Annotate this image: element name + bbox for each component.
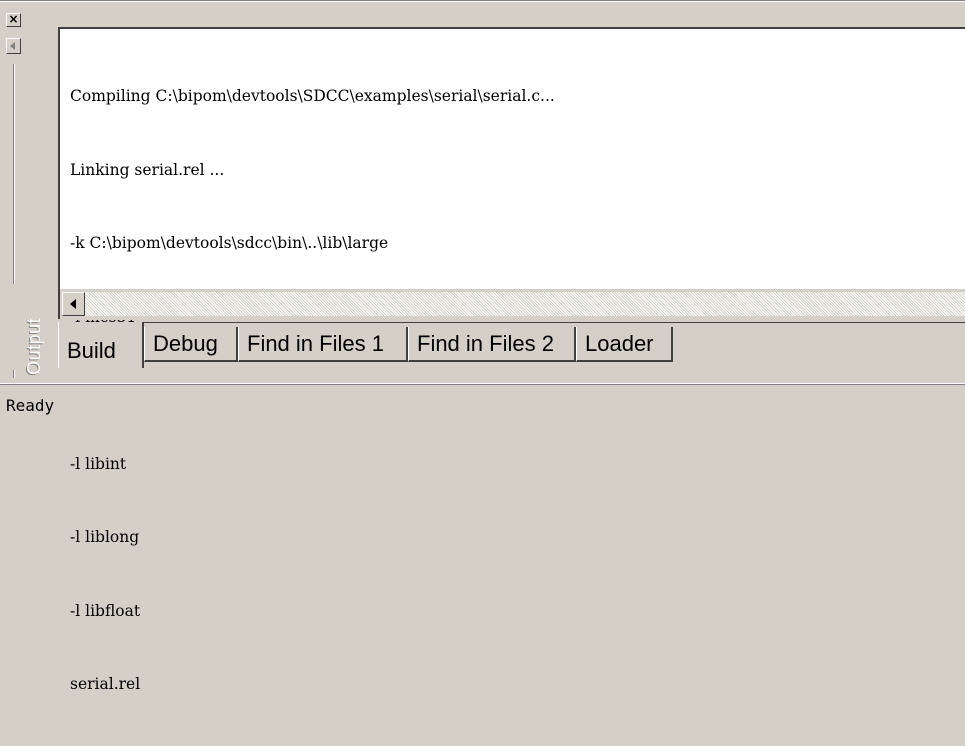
dock-grip[interactable] (13, 64, 14, 284)
output-tabs: Build Debug Find in Files 1 Find in File… (58, 322, 965, 372)
output-line: serial.rel (70, 675, 141, 693)
status-text: Ready (6, 396, 55, 415)
output-line: Compiling C:\bipom\devtools\SDCC\example… (70, 87, 555, 105)
restore-button[interactable] (6, 38, 21, 54)
close-icon[interactable]: × (6, 13, 21, 27)
tab-build[interactable]: Build (58, 322, 144, 368)
output-line: -l libfloat (70, 601, 141, 620)
panel-top-border (0, 0, 965, 2)
panel-title: Output (24, 317, 44, 375)
output-panel: × Output Compiling C:\bipom\devtools\SDC… (0, 0, 965, 693)
output-line: Linking serial.rel ... (70, 160, 225, 179)
tab-debug[interactable]: Debug (144, 327, 238, 362)
output-line: -k C:\bipom\devtools\sdcc\bin\..\lib\lar… (70, 234, 389, 252)
output-line: -l liblong (70, 528, 140, 546)
status-separator (0, 384, 965, 385)
arrow-left-icon (10, 42, 15, 50)
arrow-left-icon (70, 299, 76, 309)
output-line: -l libint (70, 454, 127, 473)
dock-grip-lower[interactable] (13, 370, 14, 378)
tab-find-in-files-1[interactable]: Find in Files 1 (238, 327, 408, 362)
tab-strip-line (58, 322, 965, 323)
scroll-track[interactable] (85, 292, 965, 316)
tab-find-in-files-2[interactable]: Find in Files 2 (408, 327, 576, 362)
tab-loader[interactable]: Loader (576, 327, 673, 362)
status-bar: Ready (0, 383, 965, 425)
scroll-left-button[interactable] (62, 292, 85, 316)
output-text-area[interactable]: Compiling C:\bipom\devtools\SDCC\example… (58, 27, 965, 693)
horizontal-scrollbar[interactable] (60, 289, 965, 320)
